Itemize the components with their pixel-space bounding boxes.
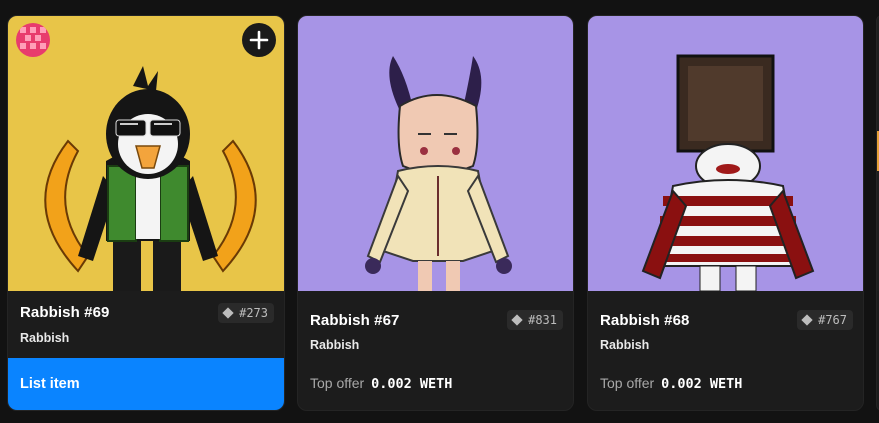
diamond-icon xyxy=(801,314,813,326)
nft-name[interactable]: Rabbish #68 xyxy=(600,312,689,329)
nft-card-rabbish-68[interactable]: Rabbish #68 Rabbish #767 Top offer 0.002… xyxy=(587,15,864,411)
add-to-cart-button[interactable] xyxy=(242,23,276,57)
top-offer-amount: 0.002 WETH xyxy=(661,376,743,392)
rarity-rank-badge: #831 xyxy=(507,310,563,330)
rarity-rank-badge: #767 xyxy=(797,310,853,330)
rarity-rank: #767 xyxy=(818,313,847,327)
rarity-rank: #273 xyxy=(239,306,268,320)
collection-name[interactable]: Rabbish xyxy=(600,338,649,352)
nft-artwork-boxhead-sweater[interactable] xyxy=(588,16,863,291)
rarity-rank: #831 xyxy=(528,313,557,327)
rarity-rank-badge: #273 xyxy=(218,303,274,323)
nft-artwork-penguin[interactable] xyxy=(8,16,284,291)
top-offer: Top offer 0.002 WETH xyxy=(600,375,742,392)
top-offer-label: Top offer xyxy=(600,375,655,391)
nft-card-rabbish-69[interactable]: Rabbish #69 Rabbish #273 List item xyxy=(7,15,285,411)
plus-icon xyxy=(249,30,269,50)
diamond-icon xyxy=(511,314,523,326)
top-offer-label: Top offer xyxy=(310,375,365,391)
owner-avatar[interactable] xyxy=(16,23,50,57)
collection-name[interactable]: Rabbish xyxy=(310,338,359,352)
nft-artwork-rabbit-jacket[interactable] xyxy=(298,16,573,291)
list-item-button[interactable]: List item xyxy=(8,358,284,410)
top-offer-amount: 0.002 WETH xyxy=(371,376,453,392)
nft-name[interactable]: Rabbish #69 xyxy=(20,304,109,321)
collection-name[interactable]: Rabbish xyxy=(20,331,69,345)
top-offer: Top offer 0.002 WETH xyxy=(310,375,452,392)
diamond-icon xyxy=(222,307,234,319)
nft-name[interactable]: Rabbish #67 xyxy=(310,312,399,329)
nft-card-rabbish-67[interactable]: Rabbish #67 Rabbish #831 Top offer 0.002… xyxy=(297,15,574,411)
